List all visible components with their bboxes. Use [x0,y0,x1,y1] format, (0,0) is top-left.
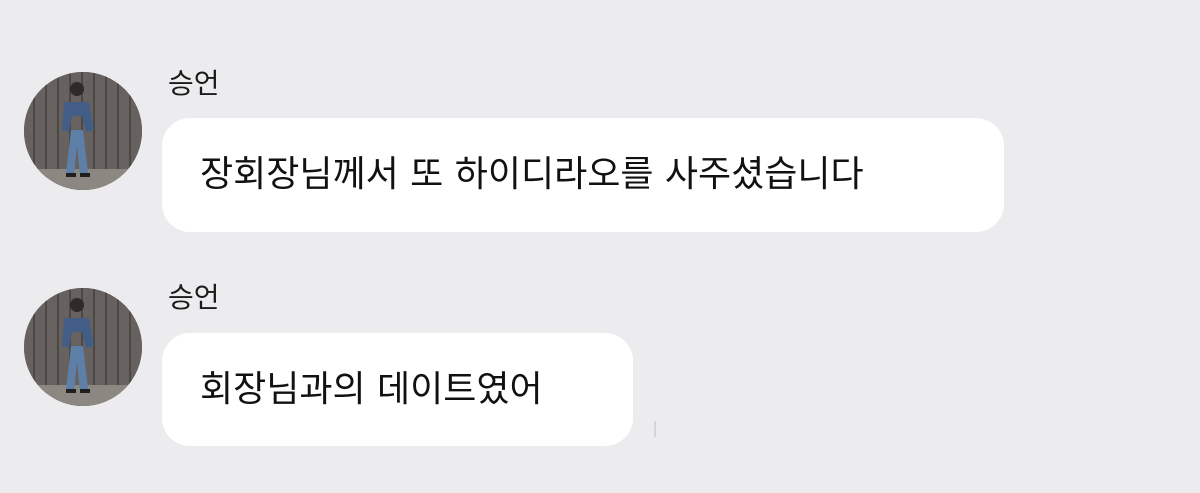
sender-name: 승언 [168,281,220,314]
message-bubble[interactable]: 장회장님께서 또 하이디라오를 사주셨습니다 [162,118,1004,232]
profile-photo-avatar-icon [24,288,142,406]
sender-avatar[interactable] [24,288,142,406]
sender-name: 승언 [168,67,220,100]
message-text: 회장님과의 데이트였어 [200,368,543,410]
message-bubble[interactable]: 회장님과의 데이트였어 [162,333,633,446]
message-text: 장회장님께서 또 하이디라오를 사주셨습니다 [200,154,864,195]
profile-photo-avatar-icon [24,72,142,190]
sender-avatar[interactable] [24,72,142,190]
faint-mark [654,421,656,437]
